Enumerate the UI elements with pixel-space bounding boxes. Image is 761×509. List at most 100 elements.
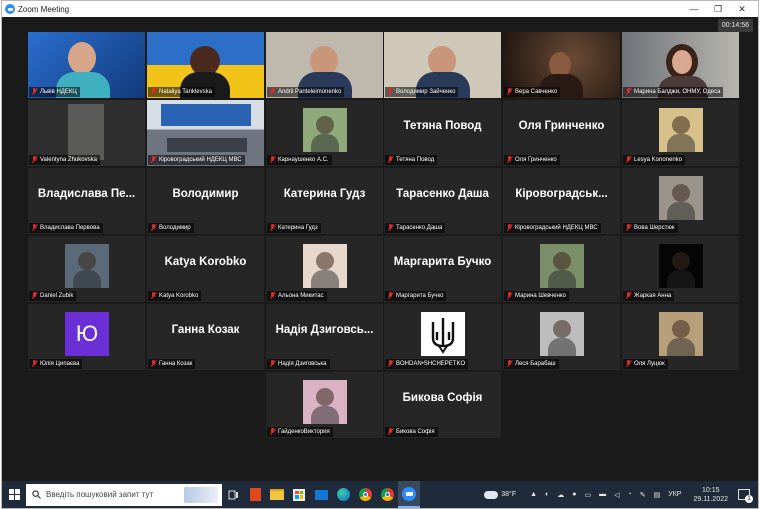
task-view-icon[interactable]: [222, 481, 244, 508]
participant-tile[interactable]: Володимир Володимир: [147, 168, 264, 234]
meeting-timer: 00:14:56: [717, 19, 753, 32]
mic-muted-icon: [506, 292, 513, 300]
participant-name-label: Daniel Zubik: [29, 291, 77, 301]
participant-name-label: Nataliya Tanklevska: [148, 87, 215, 97]
participant-name: Леся Барабаш: [515, 361, 556, 367]
participant-tile[interactable]: ГайденкоВиктория: [266, 372, 383, 438]
participant-name: Катерина Гудз: [278, 225, 318, 231]
start-button[interactable]: [2, 481, 26, 508]
participant-tile[interactable]: Daniel Zubik: [28, 236, 145, 302]
participant-name-label: Марина Шевченко: [504, 291, 569, 301]
participant-video: [420, 312, 465, 356]
participant-name: Оля Луцюк: [634, 361, 665, 367]
office-icon[interactable]: [244, 481, 266, 508]
participant-tile[interactable]: Тетяна Повод Тетяна Повод: [384, 100, 501, 166]
mic-muted-icon: [269, 428, 276, 436]
people-icon[interactable]: ◐: [545, 491, 549, 498]
participant-display-name: Володимир: [172, 188, 239, 200]
mic-muted-icon: [269, 88, 276, 96]
participant-name-label: Кіровоградський НДЕКЦ МВС: [148, 155, 245, 165]
clock[interactable]: 10:15 29.11.2022: [693, 486, 728, 504]
close-button[interactable]: ✕: [730, 1, 754, 17]
speaker-icon[interactable]: ◁: [614, 491, 619, 499]
mic-muted-icon: [150, 156, 157, 164]
participant-video: [658, 176, 703, 220]
participant-tile[interactable]: Тарасенко Даша Тарасенко Даша: [384, 168, 501, 234]
mic-muted-icon: [506, 156, 513, 164]
participant-tile[interactable]: Жаркая Анна: [622, 236, 739, 302]
participant-tile[interactable]: Альона Микитас: [266, 236, 383, 302]
minimize-button[interactable]: —: [682, 1, 706, 17]
participant-name-label: Альона Микитас: [267, 291, 327, 301]
edge-icon[interactable]: [332, 481, 354, 508]
participant-tile[interactable]: Надія Дзиговсь... Надія Дзиговська: [266, 304, 383, 370]
participant-tile[interactable]: Оля Гринченко Оля Гринченко: [503, 100, 620, 166]
participant-tile[interactable]: Ганна Козак Ганна Козак: [147, 304, 264, 370]
taskbar-search[interactable]: Введіть пошуковий запит тут: [26, 483, 222, 506]
mic-muted-icon: [506, 224, 513, 232]
participant-tile[interactable]: Володимир Зайченко: [384, 32, 501, 98]
participant-name: Володимир: [159, 225, 191, 231]
participant-tile[interactable]: Вера Савченко: [503, 32, 620, 98]
participant-tile[interactable]: Леся Барабаш: [503, 304, 620, 370]
participant-name-label: Тарасенко Даша: [385, 223, 446, 233]
windows-icon: [8, 489, 20, 500]
mic-muted-icon: [625, 360, 632, 368]
mic-muted-icon: [269, 224, 276, 232]
participant-tile[interactable]: Lesya Kononenko: [622, 100, 739, 166]
weather-temp[interactable]: 38°F: [501, 491, 516, 498]
participant-tile[interactable]: Кіровоградський НДЕКЦ МВС: [147, 100, 264, 166]
file-explorer-icon[interactable]: [266, 481, 288, 508]
zoom-app-icon[interactable]: [398, 481, 420, 508]
participant-tile[interactable]: Марина Балджи, ОНМУ, Одеса: [622, 32, 739, 98]
participant-tile[interactable]: Ю Юлія Ципаєва: [28, 304, 145, 370]
store-icon[interactable]: [288, 481, 310, 508]
battery-icon[interactable]: ▬: [599, 491, 606, 498]
mic-muted-icon: [506, 360, 513, 368]
participant-tile[interactable]: Кіровоградськ... Кіровоградський НДЕКЦ МВ…: [503, 168, 620, 234]
participant-name-label: Вера Савченко: [504, 87, 561, 97]
cloud-icon[interactable]: ☁: [557, 491, 564, 499]
weather-icon[interactable]: [484, 490, 499, 499]
participant-name-label: Катерина Гудз: [267, 223, 321, 233]
participant-tile[interactable]: Маргарита Бучко Маргарита Бучко: [384, 236, 501, 302]
participant-name-label: Леся Барабаш: [504, 359, 559, 369]
participant-tile[interactable]: Andrii Panteleimonenko: [266, 32, 383, 98]
participant-name-label: Оля Луцюк: [623, 359, 668, 369]
participant-name: Надія Дзиговська: [278, 361, 327, 367]
participant-tile[interactable]: Nataliya Tanklevska: [147, 32, 264, 98]
chrome-profile-icon[interactable]: [376, 481, 398, 508]
participant-tile[interactable]: Valentyna Zhukovska: [28, 100, 145, 166]
mic-tray-icon[interactable]: ●: [572, 491, 576, 498]
participant-name-label: Львів НДЕКЦ: [29, 87, 80, 97]
participant-tile[interactable]: Владислава Пе... Владислава Первова: [28, 168, 145, 234]
keyboard-icon[interactable]: ▤: [654, 491, 661, 499]
participant-name: Жаркая Анна: [634, 293, 672, 299]
participant-tile[interactable]: Вова Шерстюк: [622, 168, 739, 234]
participant-name-label: ГайденкоВиктория: [267, 427, 333, 437]
participant-tile[interactable]: Бикова Софія Бикова Софія: [384, 372, 501, 438]
wifi-icon[interactable]: ◔: [628, 491, 632, 498]
pen-icon[interactable]: ✎: [640, 491, 646, 499]
chevron-up-icon[interactable]: ▲: [530, 491, 537, 498]
mail-icon[interactable]: [310, 481, 332, 508]
participant-tile[interactable]: Львів НДЕКЦ: [28, 32, 145, 98]
participant-name-label: Бикова Софія: [385, 427, 438, 437]
language-indicator[interactable]: УКР: [668, 491, 681, 498]
participant-tile[interactable]: Карнаушенко А.С.: [266, 100, 383, 166]
participant-tile[interactable]: Марина Шевченко: [503, 236, 620, 302]
participant-name: Andrii Panteleimonenko: [278, 89, 342, 95]
notifications-button[interactable]: 1: [738, 489, 753, 503]
participant-tile[interactable]: Оля Луцюк: [622, 304, 739, 370]
mic-muted-icon: [269, 156, 276, 164]
mic-muted-icon: [31, 360, 38, 368]
participant-display-name: Ганна Козак: [171, 324, 240, 336]
participant-tile[interactable]: Katya Korobko Katya Korobko: [147, 236, 264, 302]
participant-tile[interactable]: Катерина Гудз Катерина Гудз: [266, 168, 383, 234]
participant-name: Марина Шевченко: [515, 293, 566, 299]
chrome-icon[interactable]: [354, 481, 376, 508]
maximize-button[interactable]: ❐: [706, 1, 730, 17]
participant-tile[interactable]: BOHDAN•SHCHEPETKO: [384, 304, 501, 370]
display-icon[interactable]: ▭: [585, 491, 592, 499]
participant-name: Daniel Zubik: [40, 293, 74, 299]
